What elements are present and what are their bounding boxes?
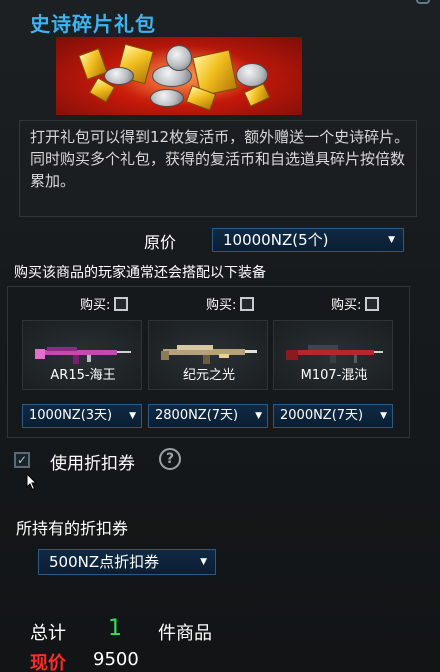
item-price-dropdown[interactable]: 2000NZ(7天) ▼: [273, 404, 393, 428]
sniper-rifle-icon: [286, 345, 383, 363]
item-price-dropdown[interactable]: 2800NZ(7天) ▼: [148, 404, 268, 428]
item-price-dropdown[interactable]: 1000NZ(3天) ▼: [22, 404, 142, 428]
weapon-name: M107-混沌: [300, 368, 368, 383]
price-dropdown-value: 10000NZ(5个): [223, 231, 329, 249]
buy-label: 购买:: [206, 298, 237, 313]
recommend-title: 购买该商品的玩家通常还会搭配以下装备: [14, 265, 266, 281]
current-price-label: 现价: [30, 653, 66, 672]
item-price-value: 1000NZ(3天): [29, 408, 113, 423]
recommend-item: 购买: M107-混沌 2000NZ(7天) ▼: [273, 290, 395, 430]
coin-icon: [150, 89, 184, 107]
buy-checkbox-row[interactable]: 购买:: [206, 294, 255, 313]
buy-checkbox[interactable]: [114, 296, 129, 311]
weapon-card[interactable]: 纪元之光: [148, 320, 268, 390]
chevron-down-icon: ▼: [255, 411, 262, 421]
weapon-card[interactable]: M107-混沌: [273, 320, 393, 390]
use-discount-label: 使用折扣券: [50, 454, 135, 474]
rifle-icon: [35, 347, 131, 364]
chevron-down-icon: ▼: [388, 235, 395, 245]
coupon-dropdown-value: 500NZ点折扣券: [49, 553, 160, 571]
package-title: 史诗碎片礼包: [30, 12, 156, 36]
original-price-label: 原价: [144, 233, 177, 252]
chevron-down-icon: ▼: [380, 411, 387, 421]
recommend-item: 购买: 纪元之光 2800NZ(7天) ▼: [148, 290, 270, 430]
weapon-name: AR15-海王: [50, 368, 116, 383]
item-price-value: 2800NZ(7天): [155, 408, 239, 423]
package-banner-image: [56, 37, 302, 115]
chevron-down-icon: ▼: [200, 557, 207, 567]
use-discount-checkbox[interactable]: ✓: [14, 452, 30, 468]
package-description: 打开礼包可以得到12枚复活币，额外赠送一个史诗碎片。同时购买多个礼包，获得的复活…: [30, 128, 410, 190]
mouse-cursor-icon: [26, 473, 38, 491]
chevron-down-icon: ▼: [129, 411, 136, 421]
owned-coupons-label: 所持有的折扣券: [16, 519, 129, 538]
total-label: 总计: [30, 623, 66, 644]
coupon-dropdown[interactable]: 500NZ点折扣券 ▼: [38, 549, 216, 575]
weapon-name: 纪元之光: [182, 368, 235, 383]
buy-label: 购买:: [80, 298, 111, 313]
total-count: 1: [108, 616, 122, 641]
buy-checkbox[interactable]: [240, 296, 255, 311]
buy-checkbox-row[interactable]: 购买:: [80, 294, 129, 313]
buy-checkbox[interactable]: [365, 296, 380, 311]
rifle-icon: [161, 345, 257, 364]
panel-corner-decoration: [416, 0, 430, 4]
buy-checkbox-row[interactable]: 购买:: [331, 294, 380, 313]
total-unit-label: 件商品: [158, 623, 212, 644]
buy-label: 购买:: [331, 298, 362, 313]
coin-icon: [104, 67, 134, 85]
coin-icon: [166, 45, 192, 71]
current-price-value: 9500: [93, 649, 139, 670]
item-price-value: 2000NZ(7天): [280, 408, 364, 423]
recommend-item: 购买: AR15-海王 1000NZ(3天) ▼: [22, 290, 144, 430]
help-icon[interactable]: ?: [159, 448, 181, 470]
price-dropdown[interactable]: 10000NZ(5个) ▼: [212, 228, 404, 252]
weapon-card[interactable]: AR15-海王: [22, 320, 142, 390]
